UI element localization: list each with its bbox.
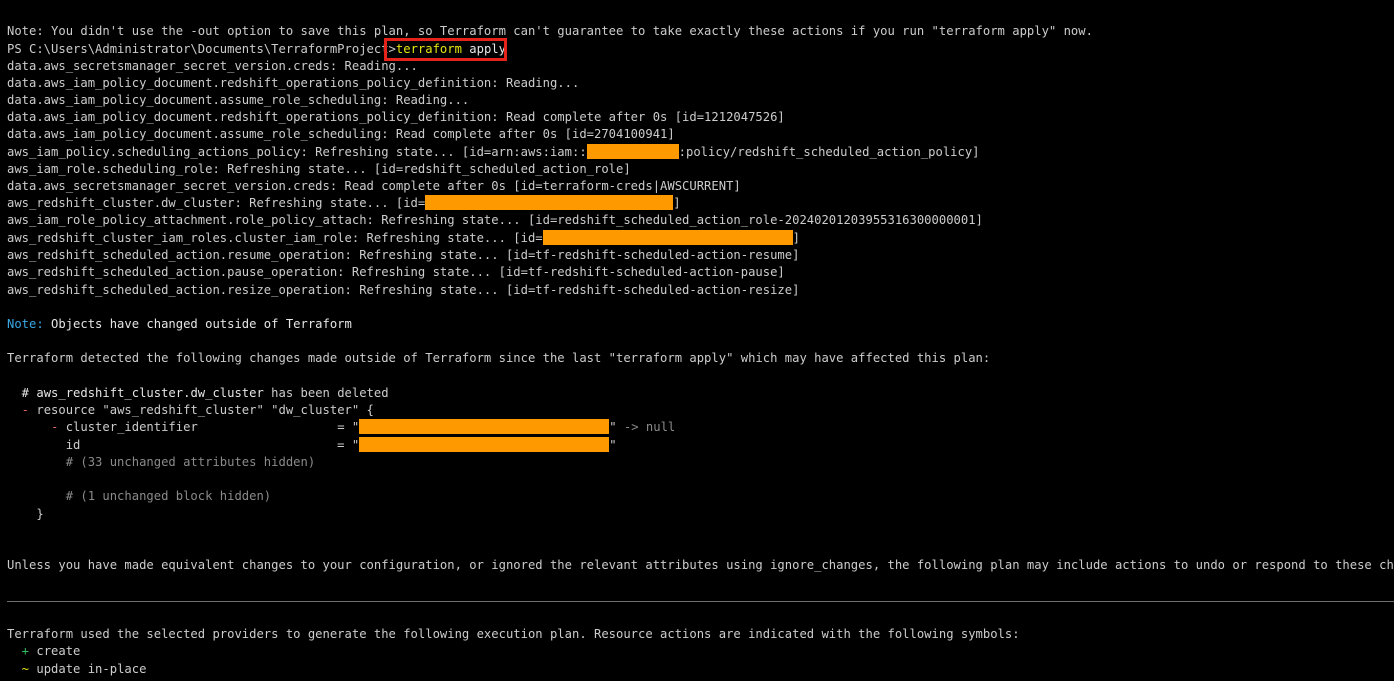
diff-attr-key: cluster_identifier = " — [65, 420, 360, 434]
diff-attr-end: " — [609, 420, 617, 434]
diff-deleted-text: has been deleted — [263, 386, 389, 400]
terminal-line: aws_redshift_cluster.dw_cluster: Refresh… — [7, 195, 681, 212]
note-label: Note: — [7, 317, 44, 331]
diff-hidden-block: # (1 unchanged block hidden) — [7, 489, 272, 503]
diff-attr-line: id = " " — [7, 437, 617, 454]
redaction-mark — [359, 437, 610, 452]
diff-attr-key: id = " — [7, 438, 360, 452]
line-text: ] — [792, 231, 800, 245]
diff-hidden-attrs: # (33 unchanged attributes hidden) — [7, 455, 316, 469]
diff-hash: # — [7, 386, 37, 400]
line-text: :policy/redshift_scheduled_action_policy… — [678, 145, 980, 159]
line-text: aws_iam_policy.scheduling_actions_policy… — [7, 145, 587, 159]
unless-line: Unless you have made equivalent changes … — [7, 558, 1394, 572]
minus-symbol: - — [7, 403, 37, 417]
terminal-line: aws_redshift_scheduled_action.pause_oper… — [7, 265, 785, 279]
terminal-line: aws_iam_role_policy_attachment.role_poli… — [7, 213, 983, 227]
diff-attr-end: " — [609, 438, 617, 452]
terminal-line: aws_redshift_scheduled_action.resize_ope… — [7, 283, 800, 297]
changed-note-line: Note: Objects have changed outside of Te… — [7, 316, 352, 333]
note-text: Objects have changed outside of Terrafor… — [43, 317, 352, 331]
diff-close-brace: } — [7, 507, 44, 521]
terminal-line: data.aws_iam_policy_document.redshift_op… — [7, 76, 580, 90]
terminal-line: data.aws_secretsmanager_secret_version.c… — [7, 59, 418, 73]
terminal-line-note: Note: You didn't use the -out option to … — [7, 24, 1093, 38]
diff-resource-decl: resource "aws_redshift_cluster" "dw_clus… — [36, 403, 374, 417]
detected-line: Terraform detected the following changes… — [7, 351, 991, 365]
plan-line: Terraform used the selected providers to… — [7, 627, 1020, 641]
symbol-create-line: + create — [7, 643, 81, 660]
terminal-line: aws_iam_policy.scheduling_actions_policy… — [7, 144, 980, 161]
line-text: aws_redshift_cluster.dw_cluster: Refresh… — [7, 196, 426, 210]
minus-symbol: - — [7, 420, 66, 434]
separator-rule — [7, 601, 1394, 602]
diff-resource-name: aws_redshift_cluster.dw_cluster — [36, 386, 264, 400]
redaction-mark — [586, 144, 679, 159]
terminal-line: data.aws_iam_policy_document.assume_role… — [7, 127, 675, 141]
terminal-line: aws_redshift_scheduled_action.resume_ope… — [7, 248, 800, 262]
line-text: ] — [673, 196, 681, 210]
create-symbol: + — [7, 644, 37, 658]
terminal-line: data.aws_secretsmanager_secret_version.c… — [7, 179, 741, 193]
terminal-window[interactable]: Note: You didn't use the -out option to … — [0, 0, 1394, 681]
diff-attr-line: - cluster_identifier = " " -> null — [7, 419, 675, 436]
diff-resource-line: - resource "aws_redshift_cluster" "dw_cl… — [7, 402, 374, 419]
terminal-line: data.aws_iam_policy_document.assume_role… — [7, 93, 470, 107]
line-text: aws_redshift_cluster_iam_roles.cluster_i… — [7, 231, 543, 245]
redaction-mark — [542, 230, 793, 245]
diff-header-line: # aws_redshift_cluster.dw_cluster has be… — [7, 385, 389, 402]
diff-null: -> null — [616, 420, 676, 434]
terminal-line: data.aws_iam_policy_document.redshift_op… — [7, 110, 785, 124]
update-symbol: ~ — [7, 662, 37, 676]
terminal-line: aws_iam_role.scheduling_role: Refreshing… — [7, 162, 631, 176]
update-text: update in-place — [36, 662, 147, 676]
symbol-update-line: ~ update in-place — [7, 661, 147, 678]
redaction-mark — [425, 195, 674, 210]
create-text: create — [36, 644, 81, 658]
redaction-mark — [359, 419, 610, 434]
prompt-path: PS C:\Users\Administrator\Documents\Terr… — [7, 42, 396, 56]
terminal-line: aws_redshift_cluster_iam_roles.cluster_i… — [7, 230, 800, 247]
